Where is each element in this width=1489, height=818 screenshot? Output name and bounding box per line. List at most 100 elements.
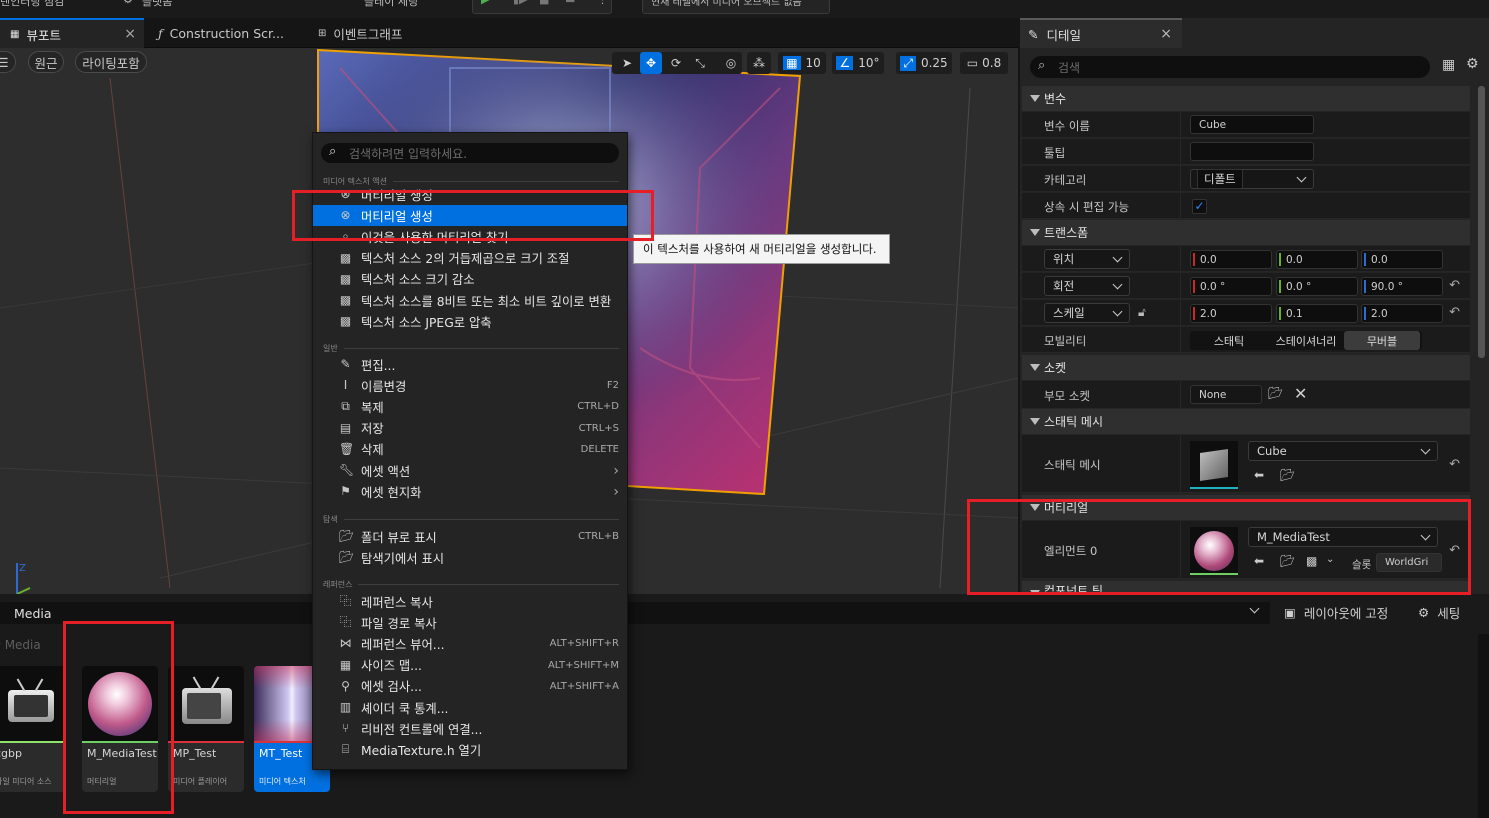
gear-icon[interactable]: ⚙ [1466,56,1479,72]
tab-details[interactable]: ✎ 디테일 × [1020,18,1182,48]
search-placeholder: 검색하려면 입력하세요. [349,146,468,161]
menu-item[interactable]: ▩ 텍스처 소스 JPEG로 압축 [313,311,627,332]
mesh-thumbnail[interactable] [1190,441,1238,489]
gear-icon[interactable]: ⚙ [123,0,133,6]
play-controls[interactable]: ▶ ▮▶ ■ ▬ ⋮ [472,0,612,14]
location-z-input[interactable]: 0.0 [1361,250,1443,269]
scale-y-input[interactable]: 0.1 [1276,304,1358,323]
menu-item-shortcut: CTRL+B [578,531,619,542]
rotation-z-input[interactable]: 90.0 ° [1361,277,1443,296]
scale-icon[interactable]: ⤡ [689,52,711,74]
static-mesh-dropdown[interactable]: Cube [1248,441,1438,461]
details-search-input[interactable]: ⌕ 검색 [1030,56,1430,78]
section-socket[interactable]: 소켓 [1022,355,1470,380]
scale-z-input[interactable]: 2.0 [1361,304,1443,323]
rotation-dropdown[interactable]: 회전 [1044,276,1130,296]
tab-construction-script[interactable]: ƒ Construction Scr... [148,18,306,48]
toolbar-item[interactable]: 플레이 세팅 [364,0,418,9]
step-icon[interactable]: ▮▶ [513,0,528,6]
category-dropdown[interactable]: 디폴트 [1190,169,1314,189]
menu-search-input[interactable]: ⌕ 검색하려면 입력하세요. [321,143,619,163]
reset-icon[interactable]: ↶ [1449,305,1460,320]
media-dropdown[interactable]: 현재 레벨에서 미디어 오브젝트 없음 [642,0,830,14]
rotation-x-input[interactable]: 0.0 ° [1190,277,1272,296]
scale-dropdown[interactable]: 스케일 [1044,303,1130,323]
variable-name-input[interactable]: Cube [1190,115,1314,134]
reset-icon[interactable]: ↶ [1449,457,1460,472]
menu-item[interactable]: ▩ 텍스처 소스를 8비트 또는 최소 비트 깊이로 변환 [313,290,627,311]
rotation-y-input[interactable]: 0.0 ° [1276,277,1358,296]
location-y-input[interactable]: 0.0 [1276,250,1358,269]
clear-icon[interactable]: ✕ [1294,384,1307,403]
eject-icon[interactable]: ▬ [565,0,575,6]
lock-icon[interactable]: 🔓︎ [1138,305,1146,320]
menu-item[interactable]: ▦ 사이즈 맵... ALT+SHIFT+M [313,655,627,676]
lighting-button[interactable]: 라이팅포함 [75,51,147,73]
move-icon[interactable]: ✥ [640,52,662,74]
menu-item[interactable]: 🗑︎ 삭제 DELETE [313,439,627,460]
world-icon[interactable]: ◎ [720,52,742,74]
menu-item[interactable]: ▤ 저장 CTRL+S [313,418,627,439]
select-icon[interactable]: ➤ [617,52,637,74]
toolbar-item[interactable]: 플랫폼 [142,0,172,9]
settings-button[interactable]: ⚙ 세팅 [1418,603,1460,622]
menu-item[interactable]: ⚲ 에셋 검사... ALT+SHIFT+A [313,676,627,697]
grid-snap-button[interactable]: ▦ 10 [778,52,826,74]
section-transform[interactable]: 트랜스폼 [1022,220,1470,245]
location-x-input[interactable]: 0.0 [1190,250,1272,269]
menu-item[interactable]: ▩ 텍스처 소스 2의 거듭제곱으로 크기 조절 [313,248,627,269]
menu-item[interactable]: ⋈ 레퍼런스 뷰어... ALT+SHIFT+R [313,633,627,654]
breadcrumb-item[interactable]: Media [5,638,41,652]
path-bar[interactable]: Media [0,602,1270,624]
perspective-button[interactable]: 원근 [28,51,64,73]
menu-item[interactable]: Ⅰ 이름변경 F2 [313,375,627,396]
reset-icon[interactable]: ↶ [1449,278,1460,293]
menu-item-label: 리비전 컨트롤에 연결... [361,722,483,737]
tab-viewport[interactable]: ▦ 뷰포트 × [0,18,144,48]
mobility-movable[interactable]: 무버블 [1344,331,1420,350]
tooltip-input[interactable] [1190,142,1314,161]
toolbar-item[interactable]: 렌인터링 점검 [0,0,64,9]
menu-item[interactable]: ▥ 셰이더 쿡 통계... [313,697,627,718]
tab-event-graph[interactable]: ⊞ 이벤트그래프 [308,18,468,48]
menu-item[interactable]: 🔧︎ 에셋 액션 › [313,460,627,481]
table-view-icon[interactable]: ▦ [1442,57,1455,73]
stop-icon[interactable]: ■ [539,0,549,6]
menu-item[interactable]: 📂︎ 탐색기에서 표시 [313,547,627,568]
chevron-down-icon[interactable] [1249,603,1260,614]
play-icon[interactable]: ▶ [481,0,489,6]
static-mesh-value: Cube [1257,444,1287,458]
editable-checkbox[interactable]: ✓ [1192,199,1207,214]
mobility-stationary[interactable]: 스테이셔너리 [1268,333,1344,349]
browse-icon[interactable]: 📂︎ [1268,386,1283,400]
parent-socket-input[interactable]: None [1190,385,1262,404]
scale-snap-button[interactable]: ⤢ 0.25 [896,52,952,74]
menu-item[interactable]: ⿻ 파일 경로 복사 [313,612,627,633]
menu-item[interactable]: ⌸ MediaTexture.h 열기 [313,739,627,760]
lock-layout-button[interactable]: ▣ 레이아웃에 고정 [1284,603,1388,622]
angle-snap-button[interactable]: ∠ 10° [832,52,884,74]
asset-tile[interactable]: MP_Test 미디어 플레이어 [168,666,244,792]
mobility-static[interactable]: 스태틱 [1190,333,1268,349]
use-selected-icon[interactable]: ⬅ [1254,468,1264,482]
browse-icon[interactable]: 📂︎ [1280,468,1295,482]
menu-item[interactable]: ⚑ 에셋 현지화 › [313,481,627,502]
rotate-icon[interactable]: ⟳ [665,52,687,74]
menu-item[interactable]: ✎ 편집... [313,354,627,375]
section-variable[interactable]: 변수 [1022,86,1470,111]
asset-tile[interactable]: cgbp 파일 미디어 소스 [0,666,66,792]
more-icon[interactable]: ⋮ [597,0,608,6]
close-icon[interactable]: × [1160,26,1172,42]
menu-item[interactable]: ⧉ 복제 CTRL+D [313,396,627,417]
menu-item[interactable]: 📂︎ 폴더 뷰로 표시 CTRL+B [313,526,627,547]
details-scrollbar[interactable] [1478,86,1485,358]
section-static-mesh[interactable]: 스태틱 메시 [1022,409,1470,434]
scale-x-input[interactable]: 2.0 [1190,304,1272,323]
snap-surface-icon[interactable]: ⁂ [747,52,771,74]
location-dropdown[interactable]: 위치 [1044,249,1130,269]
menu-item[interactable]: ▩ 텍스처 소스 크기 감소 [313,269,627,290]
close-icon[interactable]: × [124,26,136,42]
menu-item[interactable]: ⿻ 레퍼런스 복사 [313,591,627,612]
camera-speed-button[interactable]: ▭ 0.8 [960,52,1008,74]
menu-item[interactable]: ⑂ 리비전 컨트롤에 연결... [313,718,627,739]
